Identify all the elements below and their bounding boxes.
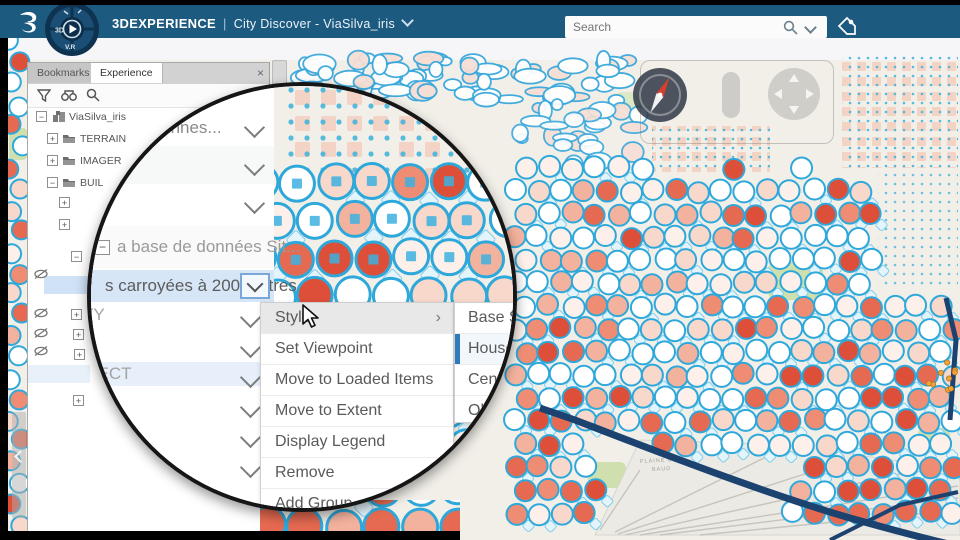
panel-tab-bar: Bookmarks Experience × bbox=[28, 63, 269, 85]
app-title-area: 3DEXPERIENCE | City Discover - ViaSilva_ir… bbox=[112, 14, 414, 31]
experience-icon bbox=[53, 111, 65, 122]
menu-item-move-to-loaded-items[interactable]: Move to Loaded Items bbox=[261, 364, 453, 395]
submenu-item-oldest[interactable]: Oldes bbox=[455, 395, 513, 426]
submenu-item-household[interactable]: Househo bbox=[455, 333, 513, 364]
widget-3d-label: 3D bbox=[55, 28, 64, 35]
search-icon[interactable] bbox=[783, 20, 798, 35]
widget-vr-label: V.R bbox=[65, 44, 76, 51]
panel-collapse-handle[interactable] bbox=[12, 412, 27, 518]
filter-icon[interactable] bbox=[37, 89, 51, 102]
pan-control-ghost[interactable] bbox=[766, 66, 822, 122]
folder-icon bbox=[63, 179, 75, 187]
title-chevron-icon[interactable] bbox=[401, 14, 414, 27]
menu-item-style[interactable]: Style › bbox=[261, 303, 453, 333]
search-input[interactable] bbox=[565, 20, 783, 34]
mouse-cursor bbox=[302, 304, 319, 328]
eye-hidden-icon[interactable] bbox=[33, 307, 49, 319]
panel-close-button[interactable]: × bbox=[257, 65, 264, 81]
compass[interactable] bbox=[630, 65, 690, 125]
binoculars-icon[interactable] bbox=[61, 89, 77, 102]
row-highlight bbox=[28, 365, 90, 383]
letterbox-left bbox=[0, 38, 8, 540]
eye-hidden-icon[interactable] bbox=[33, 327, 49, 339]
search-options-chevron-icon[interactable] bbox=[804, 20, 817, 34]
menu-item-display-legend[interactable]: Display Legend bbox=[261, 426, 453, 457]
expand-box[interactable]: + bbox=[74, 349, 85, 360]
folder-icon bbox=[63, 135, 75, 143]
magnifier-lens[interactable]: ur Rennes... − a base de données Sit... … bbox=[87, 82, 517, 512]
menu-item-move-to-extent[interactable]: Move to Extent bbox=[261, 395, 453, 426]
expand-box[interactable]: + bbox=[47, 155, 58, 166]
lens-tree-row[interactable]: − a base de données Sit... bbox=[91, 226, 300, 268]
top-bar: 3DEXPERIENCE | City Discover - ViaSilva_ir… bbox=[0, 5, 960, 38]
expand-box[interactable]: + bbox=[71, 309, 82, 320]
eye-hidden-icon[interactable] bbox=[33, 345, 49, 357]
collapse-box[interactable]: − bbox=[95, 240, 110, 255]
style-submenu: Base Sty Househo Census Oldes bbox=[454, 302, 513, 426]
expand-box[interactable]: + bbox=[73, 395, 84, 406]
folder-icon bbox=[63, 157, 75, 165]
tab-bookmarks[interactable]: Bookmarks bbox=[28, 63, 100, 83]
expand-box[interactable]: + bbox=[59, 219, 70, 230]
letterbox-top bbox=[0, 0, 960, 5]
context-menu: Style › Set Viewpoint Move to Loaded Item… bbox=[260, 302, 454, 508]
lens-tree-row[interactable]: JECT bbox=[91, 362, 263, 386]
expand-box[interactable]: + bbox=[59, 197, 70, 208]
collapse-box[interactable]: − bbox=[47, 177, 58, 188]
map-place-label-2: BAUD bbox=[652, 466, 672, 473]
zoom-slider-ghost[interactable] bbox=[722, 72, 740, 118]
submenu-item-census[interactable]: Census bbox=[455, 364, 513, 395]
tab-experience[interactable]: Experience bbox=[91, 63, 163, 83]
collapse-box[interactable]: − bbox=[71, 251, 82, 262]
collapse-box[interactable]: − bbox=[36, 111, 47, 122]
menu-item-set-viewpoint[interactable]: Set Viewpoint bbox=[261, 333, 453, 364]
menu-item-remove[interactable]: Remove bbox=[261, 457, 453, 488]
app-title: City Discover - ViaSilva_iris bbox=[233, 17, 396, 31]
letterbox-bottom bbox=[0, 531, 460, 540]
map-far-strip bbox=[8, 38, 960, 60]
row-dropdown-button[interactable] bbox=[240, 273, 270, 299]
3ds-logo[interactable] bbox=[16, 9, 42, 35]
search-bar[interactable] bbox=[565, 16, 827, 38]
expand-box[interactable]: + bbox=[73, 329, 84, 340]
submenu-arrow-icon: › bbox=[435, 309, 441, 326]
tag-icon[interactable] bbox=[836, 15, 858, 37]
eye-hidden-icon[interactable] bbox=[33, 268, 49, 280]
brand-name: 3DEXPERIENCE bbox=[112, 16, 217, 31]
application-window: PLAINE DE BAUD Bookmarks Experience × − … bbox=[0, 0, 960, 540]
title-divider: | bbox=[223, 16, 227, 31]
submenu-item-base-style[interactable]: Base Sty bbox=[455, 303, 513, 333]
vr-play-widget[interactable]: 3D V.R bbox=[44, 1, 100, 57]
expand-box[interactable]: + bbox=[47, 133, 58, 144]
